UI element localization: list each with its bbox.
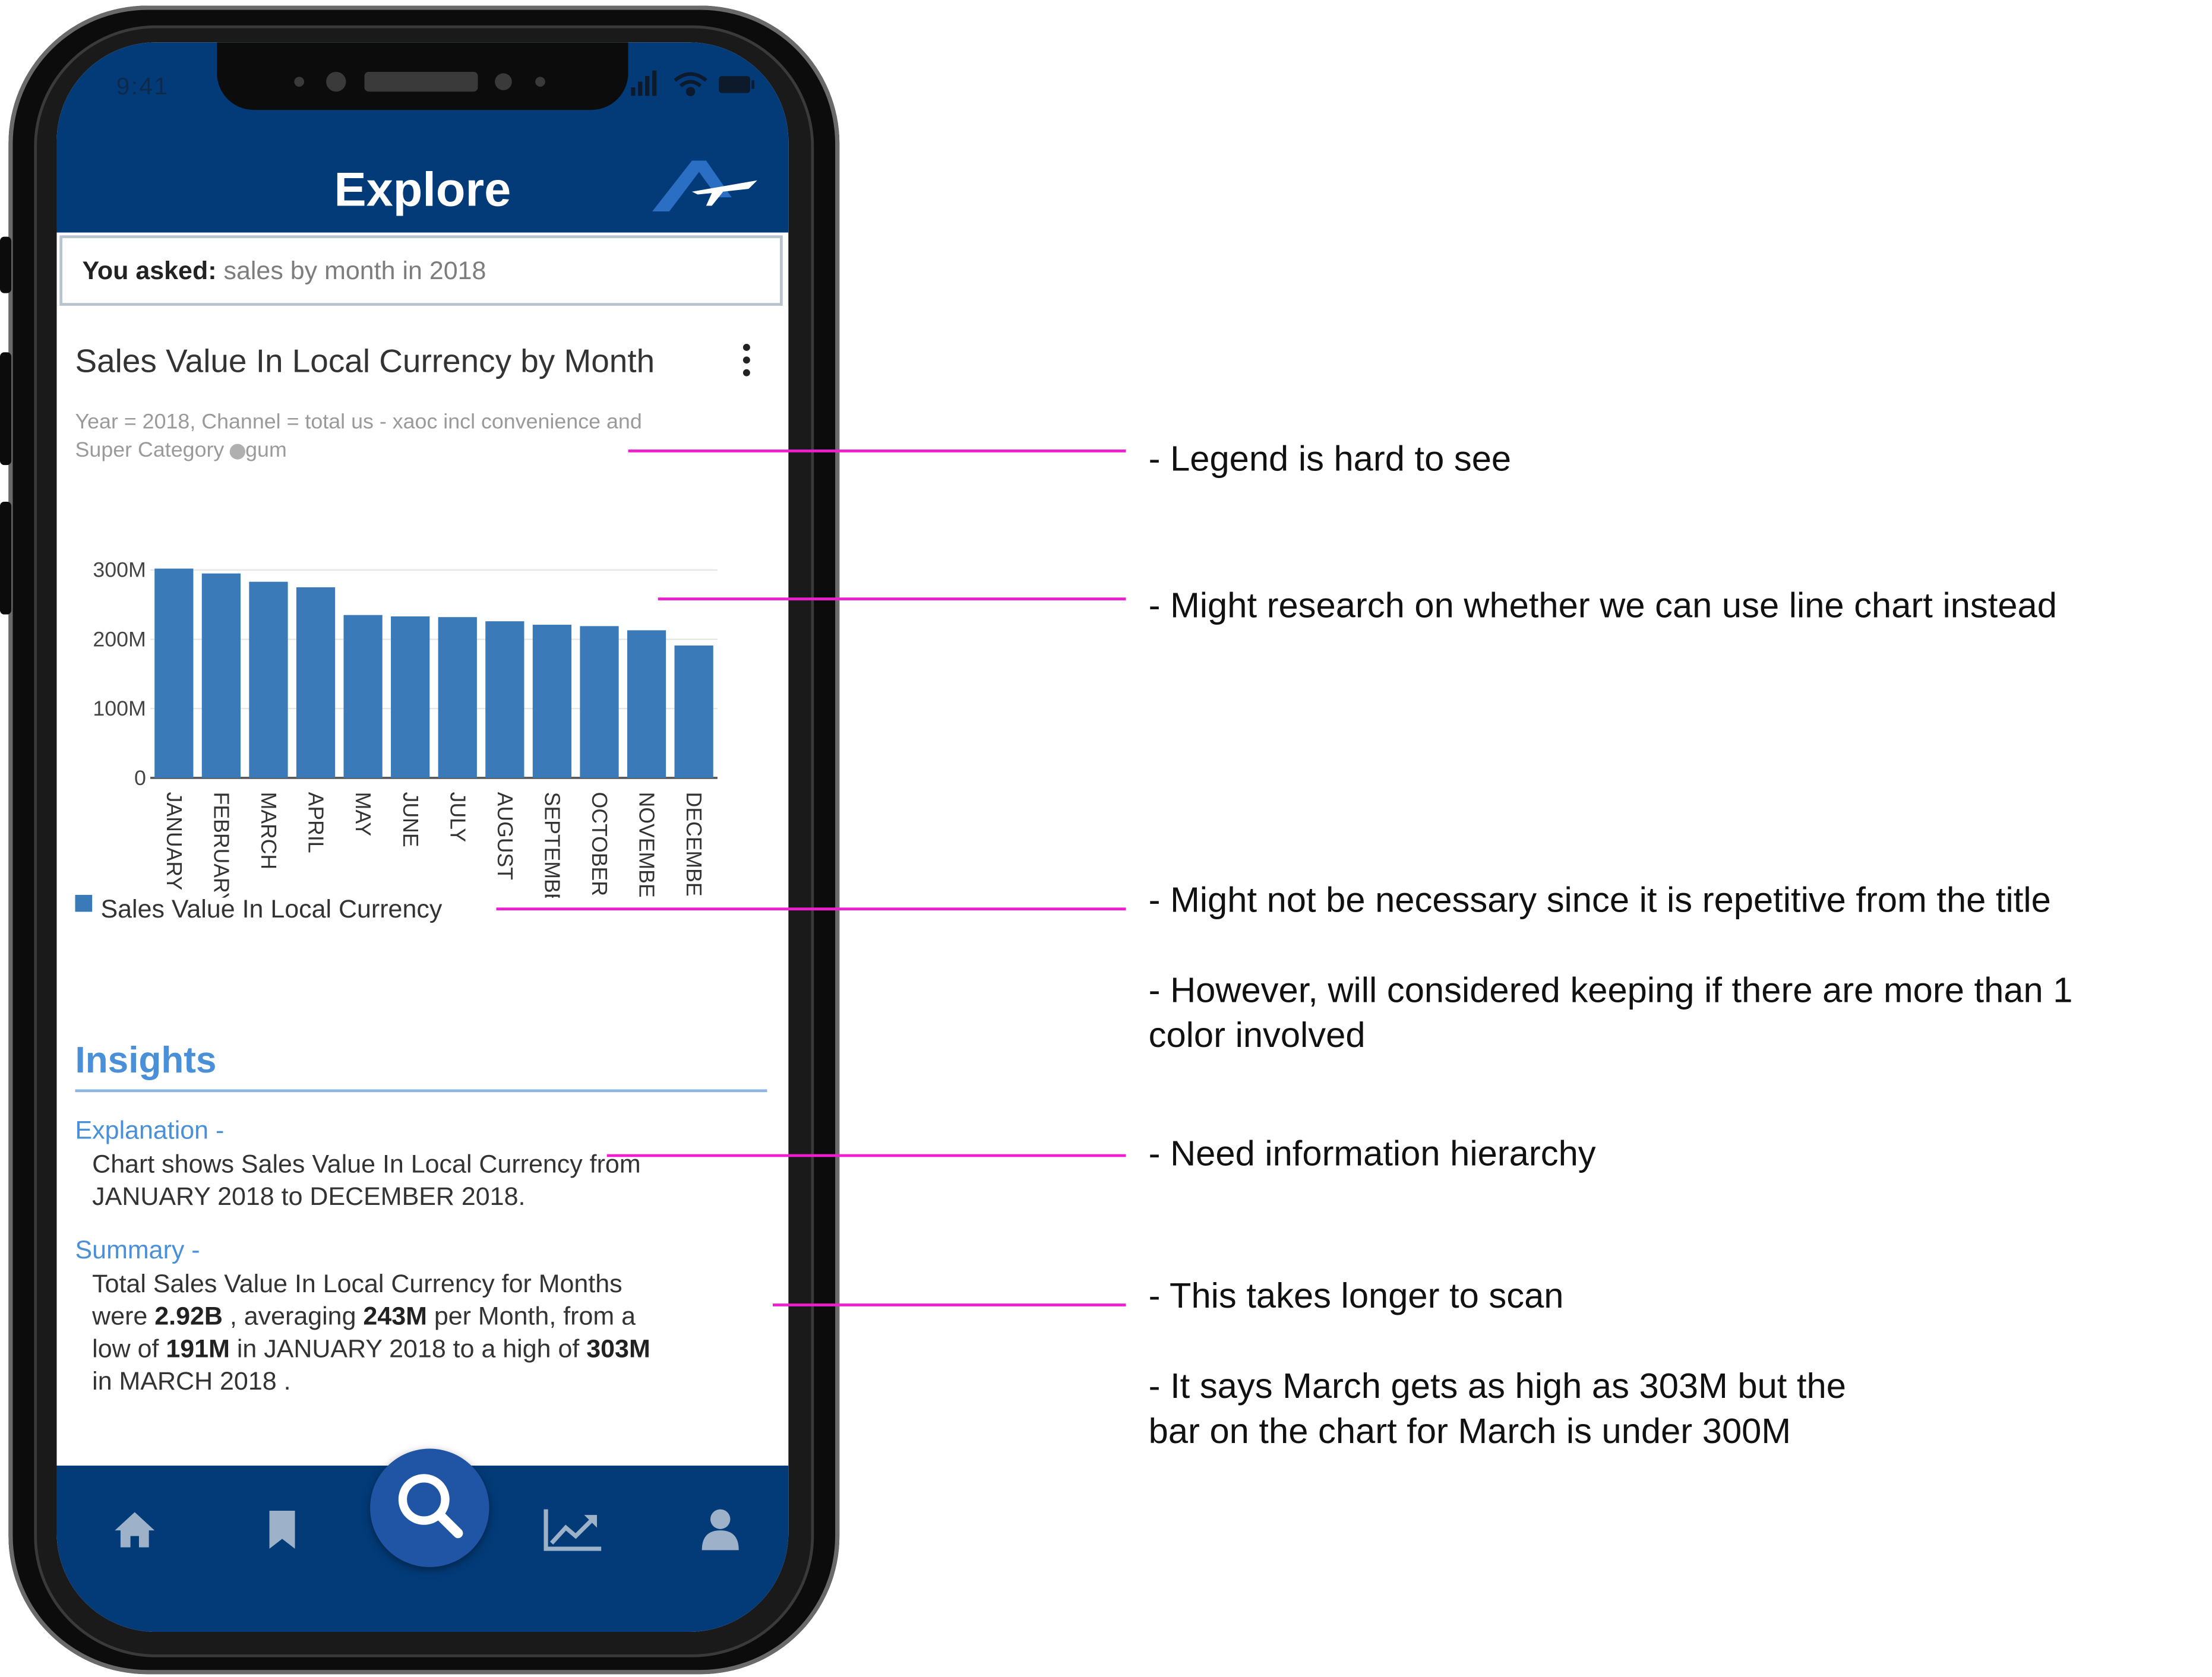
summary-line-1: Total Sales Value In Local Currency for …: [92, 1270, 622, 1298]
profile-icon[interactable]: [696, 1505, 744, 1553]
chart-title: Sales Value In Local Currency by Month: [75, 342, 655, 379]
bar-november: [627, 630, 666, 778]
legend-label: Sales Value In Local Currency: [100, 894, 443, 923]
annotation-line-chart: [658, 597, 1126, 600]
bar-february: [201, 573, 241, 778]
bar-august: [485, 621, 524, 778]
notch: [217, 42, 628, 110]
x-tick-label: AUGUST: [493, 792, 517, 880]
notch-sensors: [294, 72, 545, 92]
signal-icon: [631, 70, 657, 96]
summary-total: 2.92B: [154, 1302, 223, 1331]
status-time: 9:41: [116, 73, 169, 100]
mute-switch: [0, 236, 12, 293]
app-header: 9:41 Explore: [56, 42, 789, 233]
more-options-icon[interactable]: [737, 344, 754, 386]
annotation-legend: - Legend is hard to see: [1148, 439, 1512, 479]
x-tick-label: OCTOBER: [587, 792, 611, 896]
insights-divider: [75, 1089, 767, 1093]
summary-label: Summary -: [75, 1236, 200, 1264]
annotation-hierarchy: - Need information hierarchy: [1148, 1134, 1596, 1174]
annotation-line-legend: [628, 450, 1126, 453]
explanation-line-1: Chart shows Sales Value In Local Currenc…: [92, 1150, 641, 1178]
explanation-label: Explanation -: [75, 1116, 225, 1144]
x-tick-label: MARCH: [257, 792, 280, 869]
y-tick-label: 0: [134, 766, 146, 790]
chart-legend: Sales Value In Local Currency: [75, 894, 443, 925]
filter-line-1: Year = 2018, Channel = total us - xaoc i…: [75, 410, 642, 434]
bar-july: [438, 617, 477, 778]
bookmark-icon[interactable]: [258, 1505, 306, 1553]
chart-filters: Year = 2018, Channel = total us - xaoc i…: [75, 409, 756, 465]
trending-chart-icon[interactable]: [542, 1505, 604, 1553]
annotation-line-legend-label: [496, 907, 1126, 911]
x-tick-label: JULY: [445, 792, 469, 843]
x-tick-label: FEBRUARY: [209, 792, 233, 898]
annotation-line-hierarchy: [606, 1154, 1126, 1157]
y-tick-label: 200M: [93, 627, 146, 651]
chart-card: Sales Value In Local Currency by Month Y…: [56, 305, 789, 1466]
x-tick-label: APRIL: [304, 792, 328, 853]
explanation-line-2: JANUARY 2018 to DECEMBER 2018.: [92, 1182, 526, 1211]
summary-text: Total Sales Value In Local Currency for …: [92, 1268, 650, 1398]
summary-low: 191M: [166, 1334, 230, 1363]
y-tick-label: 100M: [93, 697, 146, 720]
annotation-line-chart-suggestion: - Might research on whether we can use l…: [1148, 586, 2057, 626]
annotation-scan: - This takes longer to scan: [1148, 1277, 1564, 1317]
x-tick-label: MAY: [351, 792, 375, 837]
bar-october: [580, 626, 619, 778]
volume-up-button: [0, 352, 12, 466]
filter-line-2-label: Super Category: [75, 438, 225, 463]
annotation-march-line-2: bar on the chart for March is under 300M: [1148, 1412, 1791, 1452]
bar-january: [154, 568, 194, 778]
annotation-keep-legend-line-2: color involved: [1148, 1016, 1366, 1056]
bar-april: [296, 587, 336, 778]
bar-june: [391, 616, 430, 778]
x-tick-label: JANUARY: [162, 792, 186, 891]
query-text: sales by month in 2018: [223, 256, 486, 285]
annotation-keep-legend: - However, will considered keeping if th…: [1149, 968, 2073, 1058]
annotation-march-mismatch: - It says March gets as high as 303M but…: [1149, 1364, 1846, 1454]
summary-text-part: in JANUARY 2018 to a high of: [229, 1334, 587, 1363]
filter-line-2-value: gum: [245, 438, 287, 463]
legend-dot-icon: [229, 443, 246, 459]
home-icon[interactable]: [110, 1505, 159, 1553]
annotation-keep-legend-line-1: - However, will considered keeping if th…: [1148, 971, 2073, 1011]
y-tick-label: 300M: [93, 558, 146, 582]
annotation-line-summary: [773, 1303, 1126, 1306]
summary-text-part: per Month, from a: [426, 1302, 636, 1331]
summary-text-part: , averaging: [222, 1302, 364, 1331]
bar-may: [343, 615, 383, 778]
search-icon: [398, 1474, 463, 1539]
volume-down-button: [0, 501, 12, 615]
x-tick-label: SEPTEMBER: [540, 792, 564, 898]
x-tick-label: JUNE: [399, 792, 422, 847]
x-tick-label: NOVEMBER: [635, 792, 659, 898]
summary-text-part: were: [92, 1302, 155, 1331]
search-tab-button[interactable]: [370, 1448, 489, 1567]
legend-swatch: [75, 894, 93, 912]
query-prefix: You asked:: [82, 256, 217, 285]
battery-icon: [719, 76, 754, 93]
bottom-tab-bar: [56, 1448, 789, 1632]
summary-high: 303M: [586, 1334, 650, 1363]
annotation-march-line-1: - It says March gets as high as 303M but…: [1148, 1366, 1846, 1407]
summary-text-part: low of: [92, 1334, 166, 1363]
wifi-icon: [674, 72, 707, 96]
bar-march: [249, 581, 288, 778]
summary-average: 243M: [363, 1302, 427, 1331]
bar-december: [674, 646, 713, 778]
explanation-text: Chart shows Sales Value In Local Currenc…: [92, 1148, 640, 1213]
bar-chart: 300M 200M 100M 0 JANUARY FEBRUARY MARCH APRIL MA…: [93, 558, 718, 898]
insights-heading: Insights: [75, 1038, 217, 1081]
mockup-stage: 9:41 Explore You asked: sales by month i…: [0, 0, 2212, 1677]
airline-logo-icon: [652, 160, 757, 211]
summary-line-4: in MARCH 2018 .: [92, 1366, 291, 1396]
status-icons: [631, 70, 754, 96]
query-box[interactable]: You asked: sales by month in 2018: [59, 235, 783, 306]
bar-september: [532, 625, 572, 778]
phone-screen: 9:41 Explore You asked: sales by month i…: [56, 42, 789, 1632]
x-tick-label: DECEMBER: [682, 792, 706, 898]
annotation-repetitive-legend: - Might not be necessary since it is rep…: [1148, 881, 2051, 920]
